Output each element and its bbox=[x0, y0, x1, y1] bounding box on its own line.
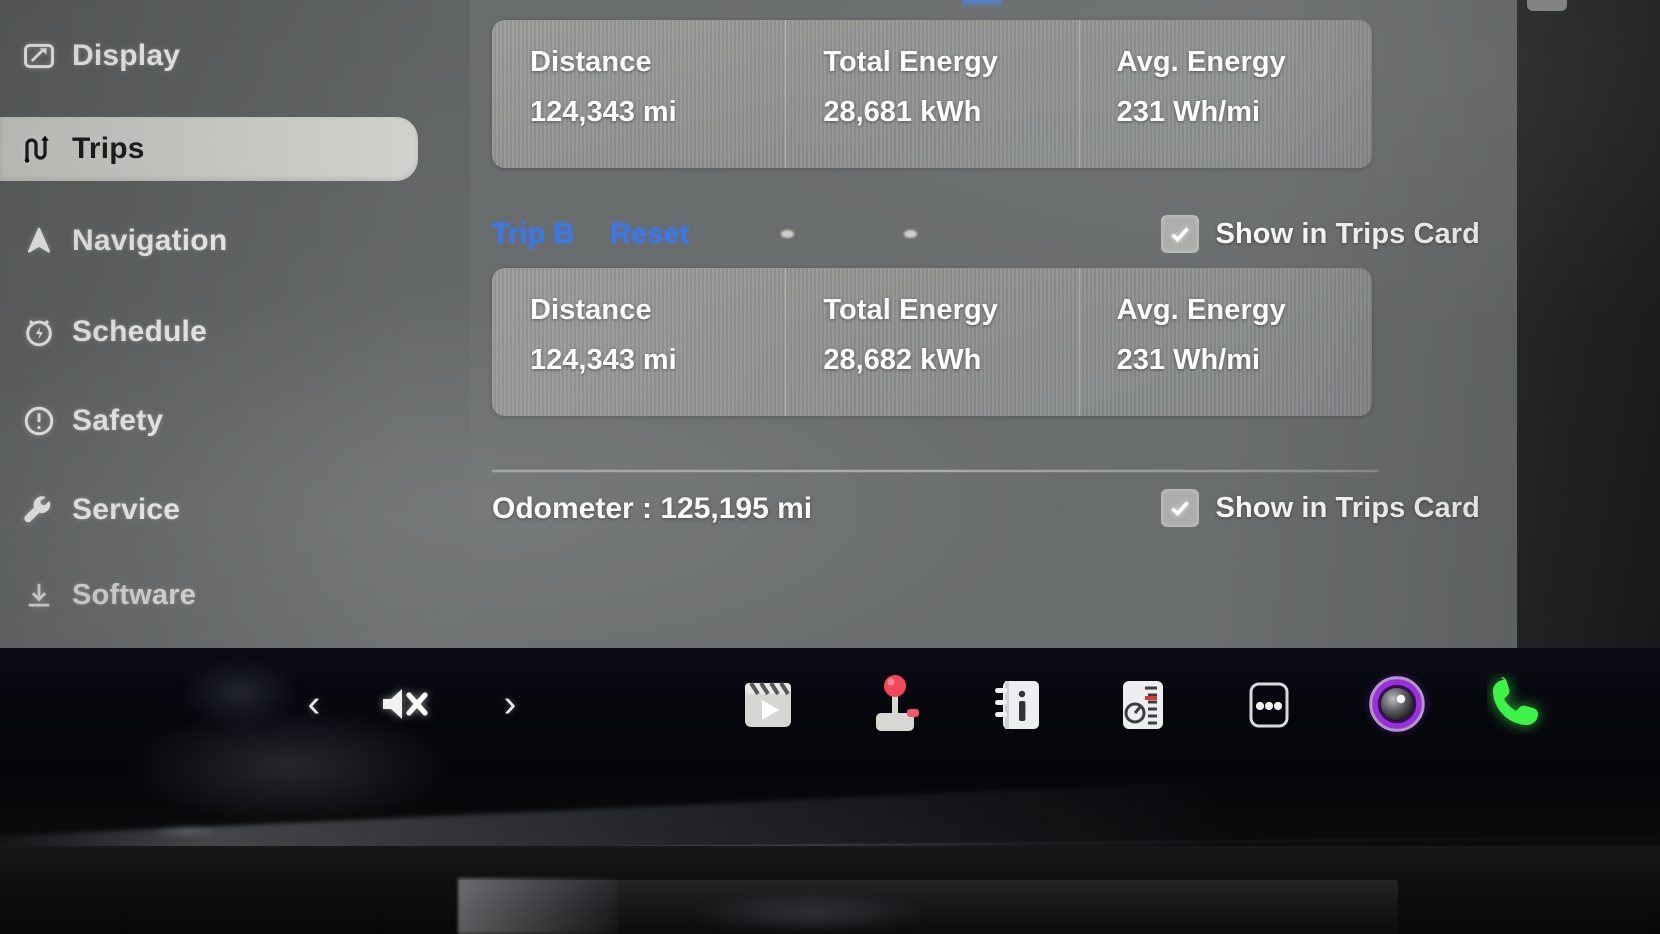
phone-handset-icon bbox=[1493, 677, 1538, 725]
sidebar-item-label: Schedule bbox=[72, 315, 207, 348]
stat-key: Distance bbox=[530, 294, 652, 326]
camera-ring-icon bbox=[1369, 676, 1425, 732]
trip-b-name-button[interactable]: Trip B bbox=[492, 218, 574, 251]
dashcam-button[interactable] bbox=[1360, 648, 1434, 760]
checkbox-checked-icon[interactable] bbox=[1160, 489, 1199, 527]
safety-icon bbox=[6, 404, 72, 438]
stat-key: Avg. Energy bbox=[1116, 46, 1286, 78]
software-icon bbox=[6, 579, 72, 611]
navigation-icon bbox=[6, 224, 72, 258]
checkbox-label: Show in Trips Card bbox=[1215, 491, 1480, 524]
stat-cell-distance: Distance 124,343 mi bbox=[492, 20, 785, 168]
settings-sidebar: Display Trips Navigation Schedule Safety… bbox=[0, 0, 470, 648]
schedule-icon bbox=[6, 315, 72, 349]
sidebar-item-display[interactable]: Display bbox=[0, 24, 440, 88]
trip-b-reset-button[interactable]: Reset bbox=[610, 218, 689, 251]
stat-value: 231 Wh/mi bbox=[1116, 96, 1261, 128]
stat-key: Total Energy bbox=[823, 294, 999, 326]
arcade-button[interactable] bbox=[858, 648, 932, 760]
stat-key: Avg. Energy bbox=[1116, 294, 1286, 326]
next-track-button[interactable]: › bbox=[486, 648, 534, 760]
trip-b-show-in-card-toggle[interactable]: Show in Trips Card bbox=[1160, 215, 1480, 253]
stat-cell-total-energy: Total Energy 28,682 kWh bbox=[785, 268, 1078, 416]
sidebar-item-trips[interactable]: Trips bbox=[0, 117, 418, 181]
stat-cell-avg-energy: Avg. Energy 231 Wh/mi bbox=[1079, 20, 1372, 168]
trip-a-row-sliver bbox=[962, 0, 1002, 8]
odometer-row: Show in Trips Card bbox=[470, 486, 1480, 530]
theater-button[interactable] bbox=[736, 648, 800, 760]
display-icon bbox=[6, 39, 72, 73]
chevron-right-icon: › bbox=[503, 683, 517, 725]
energy-button[interactable] bbox=[1112, 648, 1174, 760]
sidebar-item-label: Safety bbox=[72, 404, 164, 437]
sidebar-item-label: Service bbox=[72, 493, 181, 526]
stat-value: 124,343 mi bbox=[530, 96, 677, 128]
trip-a-stats-card: Distance 124,343 mi Total Energy 28,681 … bbox=[492, 20, 1372, 168]
section-divider bbox=[492, 470, 1378, 472]
stat-value: 231 Wh/mi bbox=[1116, 344, 1261, 376]
sidebar-item-label: Navigation bbox=[72, 224, 228, 257]
clapperboard-play-icon bbox=[745, 681, 791, 727]
sidebar-item-label: Display bbox=[72, 39, 181, 72]
vent-shadow bbox=[690, 892, 930, 934]
info-button[interactable] bbox=[988, 648, 1050, 760]
screen-bezel: ‹ › bbox=[0, 648, 1660, 934]
stat-value: 124,343 mi bbox=[530, 344, 677, 376]
info-notebook-icon bbox=[995, 681, 1039, 729]
more-apps-button[interactable] bbox=[1238, 648, 1300, 760]
tesla-touchscreen: Display Trips Navigation Schedule Safety… bbox=[0, 0, 1660, 648]
service-icon bbox=[6, 492, 72, 528]
sidebar-item-schedule[interactable]: Schedule bbox=[0, 300, 440, 364]
sidebar-item-label: Software bbox=[72, 578, 197, 611]
trip-a-checkbox-sliver bbox=[1527, 0, 1567, 11]
joystick-icon bbox=[876, 675, 919, 731]
screen-dust-specks bbox=[781, 230, 1160, 238]
trip-b-header-row: Trip B Reset Show in Trips Card bbox=[470, 212, 1480, 256]
ellipsis-icon bbox=[1249, 682, 1289, 728]
stat-cell-avg-energy: Avg. Energy 231 Wh/mi bbox=[1079, 268, 1372, 416]
stat-value: 28,681 kWh bbox=[823, 96, 982, 128]
odometer-show-in-card-toggle[interactable]: Show in Trips Card bbox=[1160, 489, 1480, 527]
stat-value: 28,682 kWh bbox=[823, 344, 982, 376]
sidebar-item-software[interactable]: Software bbox=[0, 563, 440, 627]
stat-key: Distance bbox=[530, 46, 652, 78]
phone-button[interactable] bbox=[1482, 648, 1556, 760]
checkbox-label: Show in Trips Card bbox=[1215, 217, 1480, 250]
sidebar-item-service[interactable]: Service bbox=[0, 478, 440, 542]
sidebar-item-navigation[interactable]: Navigation bbox=[0, 209, 440, 273]
checkbox-checked-icon[interactable] bbox=[1160, 215, 1199, 253]
panel-right-gutter bbox=[1517, 0, 1660, 648]
stat-cell-total-energy: Total Energy 28,681 kWh bbox=[785, 20, 1078, 168]
trips-settings-panel: Distance 124,343 mi Total Energy 28,681 … bbox=[470, 0, 1567, 648]
bezel-reflection-upper bbox=[120, 706, 460, 826]
stat-cell-distance: Distance 124,343 mi bbox=[492, 268, 785, 416]
stat-key: Total Energy bbox=[823, 46, 999, 78]
trip-b-stats-card: Distance 124,343 mi Total Energy 28,682 … bbox=[492, 268, 1372, 416]
gauge-meter-icon bbox=[1123, 681, 1163, 729]
vent-highlight bbox=[458, 878, 618, 934]
sidebar-item-label: Trips bbox=[72, 132, 145, 165]
trips-icon bbox=[6, 131, 72, 167]
sidebar-item-safety[interactable]: Safety bbox=[0, 389, 440, 453]
